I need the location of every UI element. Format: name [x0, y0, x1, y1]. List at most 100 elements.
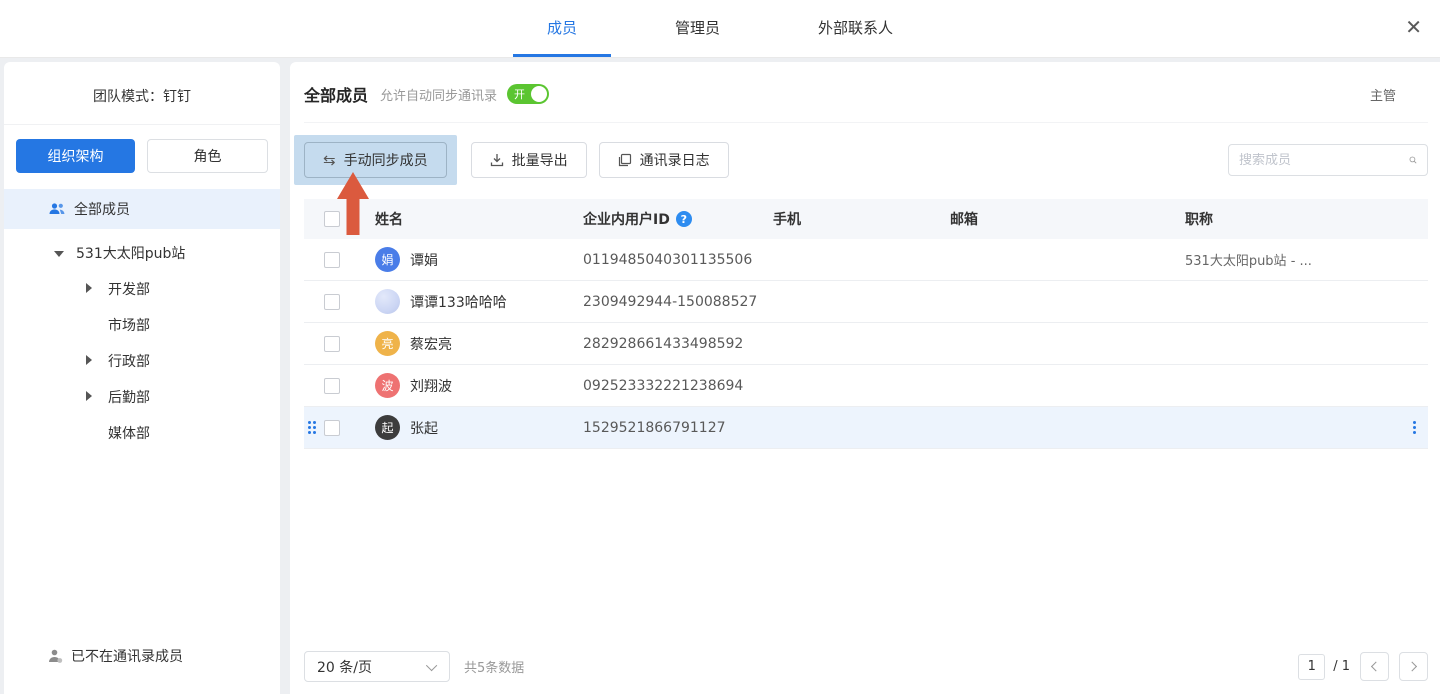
member-search-input[interactable]: [1239, 153, 1409, 168]
tree-item-label: 开发部: [108, 279, 150, 299]
download-icon: [490, 153, 504, 167]
sidebar-segmented-buttons: 组织架构 角色: [16, 139, 268, 173]
member-name: 刘翔波: [410, 376, 452, 396]
tree-item-label: 媒体部: [108, 423, 150, 443]
toolbar: ⇆ 手动同步成员 批量导出 通讯录日志: [304, 135, 1428, 185]
log-document-icon: [618, 153, 632, 167]
tree-item-label: 市场部: [108, 315, 150, 335]
row-checkbox[interactable]: [324, 420, 340, 436]
tree-item-root-dept[interactable]: 531大太阳pub站: [4, 235, 280, 271]
member-search-box: [1228, 144, 1428, 176]
tab-members[interactable]: 成员: [513, 0, 611, 57]
manual-sync-button-label: 手动同步成员: [344, 150, 428, 170]
auto-sync-toggle[interactable]: 开: [507, 84, 549, 104]
tab-group: 成员 管理员 外部联系人: [513, 0, 927, 57]
col-header-name: 姓名: [375, 209, 583, 229]
page-title: 全部成员: [304, 82, 368, 106]
page-size-select[interactable]: 20 条/页: [304, 651, 450, 682]
members-table: 姓名 企业内用户ID ? 手机 邮箱 职称 娟 谭娟 0119485040301…: [304, 199, 1428, 449]
col-header-phone: 手机: [773, 209, 950, 229]
chevron-right-icon[interactable]: [86, 353, 100, 369]
tree-item-dev-dept[interactable]: 开发部: [4, 271, 280, 307]
avatar: [375, 289, 400, 314]
manual-sync-highlight-box: ⇆ 手动同步成员: [294, 135, 457, 185]
next-page-button[interactable]: [1399, 652, 1428, 681]
col-header-email: 邮箱: [950, 209, 1185, 229]
table-row[interactable]: 波 刘翔波 092523332221238694: [304, 365, 1428, 407]
avatar: 波: [375, 373, 400, 398]
toggle-on-label: 开: [514, 86, 525, 102]
tree-item-label: 行政部: [108, 351, 150, 371]
table-row[interactable]: 谭谭133哈哈哈 2309492944-150088527: [304, 281, 1428, 323]
chevron-left-icon: [1371, 662, 1381, 672]
table-row[interactable]: 娟 谭娟 0119485040301135506 531大太阳pub站 - ..…: [304, 239, 1428, 281]
member-user-id: 1529521866791127: [583, 420, 773, 436]
members-group-icon: [48, 202, 66, 216]
chevron-right-icon[interactable]: [86, 281, 100, 297]
close-icon[interactable]: ✕: [1405, 17, 1422, 37]
drag-handle-icon[interactable]: [308, 421, 324, 434]
row-checkbox[interactable]: [324, 294, 340, 310]
sidebar-item-removed-members[interactable]: 已不在通讯录成员: [48, 646, 183, 666]
row-checkbox[interactable]: [324, 336, 340, 352]
member-user-id: 0119485040301135506: [583, 252, 773, 268]
row-checkbox[interactable]: [324, 378, 340, 394]
tree-item-market-dept[interactable]: 市场部: [4, 307, 280, 343]
help-icon[interactable]: ?: [676, 211, 692, 227]
member-job-title: 531大太阳pub站 - ...: [1185, 250, 1400, 269]
org-tree: 531大太阳pub站 开发部 市场部 行政部 后勤部 媒体部: [4, 235, 280, 451]
member-name: 张起: [410, 418, 438, 438]
row-checkbox[interactable]: [324, 252, 340, 268]
sidebar-item-all-members-label: 全部成员: [74, 199, 130, 219]
prev-page-button[interactable]: [1360, 652, 1389, 681]
avatar: 娟: [375, 247, 400, 272]
toggle-knob: [531, 86, 547, 102]
table-row[interactable]: 起 张起 1529521866791127: [304, 407, 1428, 449]
batch-export-button[interactable]: 批量导出: [471, 142, 587, 178]
member-user-id: 2309492944-150088527: [583, 294, 773, 310]
avatar: 起: [375, 415, 400, 440]
chevron-down-icon: [426, 659, 437, 670]
table-header-row: 姓名 企业内用户ID ? 手机 邮箱 职称: [304, 199, 1428, 239]
tree-item-label: 531大太阳pub站: [76, 243, 185, 263]
tab-admins[interactable]: 管理员: [641, 0, 754, 57]
tree-item-media-dept[interactable]: 媒体部: [4, 415, 280, 451]
person-removed-icon: [48, 649, 63, 664]
role-button[interactable]: 角色: [147, 139, 268, 173]
tab-members-label: 成员: [547, 17, 577, 38]
chevron-down-icon[interactable]: [54, 245, 68, 261]
sidebar-divider: [4, 124, 280, 125]
member-user-id: 282928661433498592: [583, 336, 773, 352]
manual-sync-button[interactable]: ⇆ 手动同步成员: [304, 142, 447, 178]
table-row[interactable]: 亮 蔡宏亮 282928661433498592: [304, 323, 1428, 365]
chevron-right-icon[interactable]: [86, 389, 100, 405]
pager-controls: 1 / 1: [1298, 652, 1428, 681]
page-size-value: 20 条/页: [317, 657, 372, 677]
tab-external-contacts[interactable]: 外部联系人: [784, 0, 927, 57]
total-count-label: 共5条数据: [464, 657, 524, 676]
member-name: 谭娟: [410, 250, 438, 270]
tab-admins-label: 管理员: [675, 17, 720, 38]
contact-log-button-label: 通讯录日志: [640, 150, 710, 170]
page-total-label: / 1: [1333, 659, 1350, 674]
org-structure-button[interactable]: 组织架构: [16, 139, 135, 173]
tree-item-label: 后勤部: [108, 387, 150, 407]
current-page-input[interactable]: 1: [1298, 654, 1325, 680]
sync-arrows-icon: ⇆: [323, 153, 336, 168]
content-area: 团队模式：钉钉 组织架构 角色 全部成员 531大太阳pub站 开发部: [0, 58, 1440, 694]
member-name: 谭谭133哈哈哈: [410, 292, 507, 312]
select-all-checkbox[interactable]: [324, 211, 340, 227]
tree-item-logistics-dept[interactable]: 后勤部: [4, 379, 280, 415]
search-icon[interactable]: [1409, 153, 1417, 167]
sidebar-item-removed-members-label: 已不在通讯录成员: [71, 646, 183, 666]
member-user-id: 092523332221238694: [583, 378, 773, 394]
main-panel: 全部成员 允许自动同步通讯录 开 主管 ⇆ 手动同步成员: [290, 62, 1440, 694]
tree-item-admin-dept[interactable]: 行政部: [4, 343, 280, 379]
col-header-user-id: 企业内用户ID: [583, 209, 670, 229]
tab-external-contacts-label: 外部联系人: [818, 17, 893, 38]
avatar: 亮: [375, 331, 400, 356]
sidebar-item-all-members[interactable]: 全部成员: [4, 189, 280, 229]
contact-log-button[interactable]: 通讯录日志: [599, 142, 729, 178]
pagination-bar: 20 条/页 共5条数据 1 / 1: [304, 651, 1428, 682]
row-actions-kebab-icon[interactable]: [1400, 421, 1428, 434]
